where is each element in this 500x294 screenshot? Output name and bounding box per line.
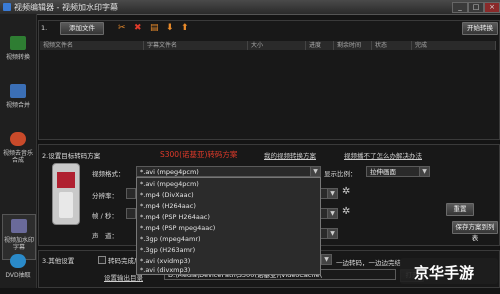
add-file-button[interactable]: 添加文件 [60,22,104,35]
after-convert-text: 一边转码，一边边完结 [336,259,401,267]
column-header[interactable]: 完成 [412,41,496,50]
custom-profile-link[interactable]: 我的视频转换方案 [264,150,316,160]
sidebar-item-label: 视频加水印字幕 [3,237,34,251]
dropdown-option[interactable]: *.mp4 (PSP mpeg4aac) [140,224,215,233]
device-profile-name: S300(诺基亚)转码方案 [160,150,238,159]
section-number: 1. [41,24,48,32]
audio-channel-arrow[interactable]: ▼ [320,228,338,239]
phone-screen [57,172,75,188]
section-title: 3.其他设置 [42,257,75,265]
column-header[interactable]: 状态 [372,41,412,50]
watermark-text: 京华手游 [414,264,475,282]
gear-icon[interactable]: ✲ [342,206,350,217]
reset-button[interactable]: 重置 [446,203,474,216]
start-convert-button[interactable]: 开始转换 [462,22,498,35]
move-down-icon[interactable]: ⬇ [166,23,174,33]
after-convert-checkbox[interactable] [98,256,106,264]
app-icon [3,3,11,11]
file-list-panel [38,20,500,140]
chevron-down-icon: ▼ [327,229,337,238]
phone-keypad [59,192,73,218]
sidebar-item-label: 视频转换 [5,54,30,61]
dropdown-option[interactable]: *.mp4 (PSP H264aac) [140,213,210,222]
section-title: 2.设置目标转码方案 [42,152,101,160]
close-button[interactable]: × [484,2,500,13]
merge-icon [10,84,26,98]
audio-channel-label: 声 道： [92,232,118,240]
resolution-arrow[interactable]: ▼ [320,188,338,199]
sidebar-item-label: 视频合并 [5,102,30,109]
phone-image [52,163,80,225]
resolution-select[interactable] [126,188,136,199]
sidebar-item-convert[interactable]: 视频转换 [2,32,34,76]
format-select[interactable]: *.avi (mpeg4pcm) ▼ [136,166,321,177]
resolution-label: 分辨率： [92,192,118,200]
sidebar-item-label: 视频去音乐合成 [2,150,33,164]
chevron-down-icon: ▼ [327,209,337,218]
help-link[interactable]: 视频播不了怎么办解决办法 [344,150,422,160]
format-label: 视频格式： [92,170,125,178]
sidebar: 视频转换 视频合并 视频去音乐合成 视频加水印字幕 DVD抽取 [0,14,37,288]
chevron-down-icon: ▼ [321,255,331,264]
sidebar-item-label: DVD抽取 [5,272,31,279]
fps-select[interactable] [126,208,136,219]
sidebar-item-merge[interactable]: 视频合并 [2,80,34,124]
fps-arrow[interactable]: ▼ [320,208,338,219]
scissors-icon[interactable]: ✂ [118,23,126,33]
delete-icon[interactable]: ✖ [134,23,142,33]
window-title: 视频编辑器 - 视频加水印字幕 [14,3,118,12]
sidebar-item-audio-mix[interactable]: 视频去音乐合成 [2,128,34,172]
column-header[interactable]: 视频文件名 [40,41,144,50]
site-watermark: 京华手游 [400,258,498,284]
column-header[interactable]: 大小 [248,41,306,50]
subtitle-icon [11,219,27,233]
column-header[interactable]: 剩余时间 [334,41,372,50]
format-select-value: *.avi (mpeg4pcm) [140,168,199,176]
maximize-button[interactable]: □ [468,2,484,13]
after-convert-select[interactable]: ▼ [320,254,332,265]
clear-icon[interactable]: ▤ [150,23,159,33]
aspect-ratio-value: 拉伸画面 [370,168,396,176]
fps-label: 帧 / 秒： [92,212,118,220]
sidebar-item-dvd[interactable]: DVD抽取 [2,250,34,294]
dropdown-option[interactable]: *.mp4 (DivXaac) [140,191,194,200]
minimize-button[interactable]: _ [452,2,468,13]
dropdown-option[interactable]: *.avi (xvidmp3) [140,257,190,266]
dropdown-option[interactable]: *.3gp (H263amr) [140,246,195,255]
film-icon [10,36,26,50]
dropdown-option[interactable]: *.avi (mpeg4pcm) [140,180,199,189]
aspect-ratio-label: 显示比例： [324,170,357,178]
music-icon [10,132,26,146]
column-header[interactable]: 进度 [306,41,334,50]
format-dropdown-list[interactable]: *.avi (mpeg4pcm) *.mp4 (DivXaac) *.mp4 (… [136,177,321,275]
dropdown-option[interactable]: *.mp4 (H264aac) [140,202,196,211]
chevron-down-icon: ▼ [419,167,429,176]
column-header[interactable]: 字幕文件名 [144,41,248,50]
dropdown-option[interactable]: *.3gp (mpeg4amr) [140,235,201,244]
dropdown-option[interactable]: *.avi (divxmp3) [140,266,190,275]
save-profile-button[interactable]: 保存方案到列表 [452,221,498,242]
gear-icon[interactable]: ✲ [342,186,350,197]
chevron-down-icon: ▼ [327,189,337,198]
move-up-icon[interactable]: ⬆ [181,23,189,33]
title-bar: 视频编辑器 - 视频加水印字幕 _ □ × [0,0,500,15]
dvd-icon [10,254,26,268]
chevron-down-icon: ▼ [310,167,320,176]
aspect-ratio-select[interactable]: 拉伸画面 ▼ [366,166,430,177]
